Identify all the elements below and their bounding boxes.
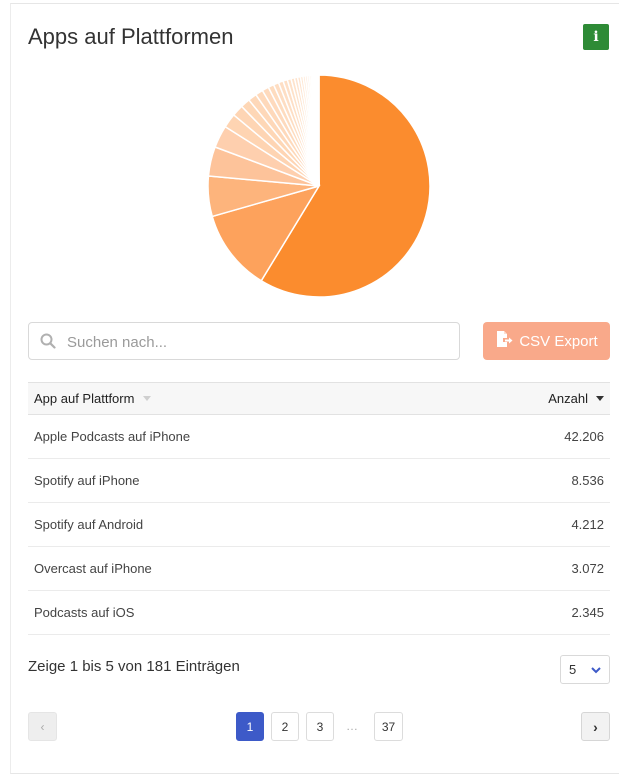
page-number: 2 [281, 719, 289, 734]
apps-table: App auf Plattform Anzahl Apple Podcasts … [28, 382, 610, 635]
info-icon: i [593, 29, 599, 45]
chevron-right-icon: › [593, 718, 598, 735]
page-button-37[interactable]: 37 [374, 712, 403, 741]
file-export-icon [495, 330, 519, 352]
next-page-button[interactable]: › [581, 712, 610, 741]
column-label-app: App auf Plattform [34, 391, 135, 406]
row-count: 3.072 [571, 561, 604, 576]
page-number: 37 [381, 719, 396, 734]
table-row: Apple Podcasts auf iPhone 42.206 [28, 415, 610, 459]
entries-info: Zeige 1 bis 5 von 181 Einträgen [28, 658, 240, 675]
page-length-value: 5 [569, 662, 577, 677]
page-button-1[interactable]: 1 [236, 712, 264, 741]
table-row: Overcast auf iPhone 3.072 [28, 547, 610, 591]
column-label-count: Anzahl [548, 391, 588, 406]
row-app-name: Podcasts auf iOS [34, 605, 135, 620]
search-input[interactable] [65, 323, 449, 361]
csv-export-label: CSV Export [519, 332, 598, 350]
page-button-3[interactable]: 3 [306, 712, 334, 741]
row-app-name: Apple Podcasts auf iPhone [34, 429, 191, 444]
table-header: App auf Plattform Anzahl [28, 382, 610, 415]
page-length-select[interactable]: 5 [560, 655, 610, 684]
page-number: 3 [316, 719, 324, 734]
pie-slice[interactable] [317, 74, 320, 187]
table-row: Podcasts auf iOS 2.345 [28, 591, 610, 635]
page-button-2[interactable]: 2 [271, 712, 299, 741]
row-app-name: Spotify auf iPhone [34, 473, 140, 488]
search-box[interactable] [28, 322, 460, 361]
row-count: 42.206 [564, 429, 604, 444]
pie-chart [207, 74, 431, 298]
info-button[interactable]: i [583, 24, 609, 50]
pagination-ellipsis: … [346, 719, 358, 733]
sort-neutral-icon [143, 396, 152, 401]
card-title: Apps auf Plattformen [28, 24, 234, 49]
row-count: 2.345 [571, 605, 604, 620]
sort-descending-icon [596, 396, 604, 401]
column-header-count[interactable]: Anzahl [542, 391, 610, 406]
chevron-down-icon [591, 662, 601, 677]
row-app-name: Overcast auf iPhone [34, 561, 152, 576]
row-app-name: Spotify auf Android [34, 517, 144, 532]
row-count: 4.212 [571, 517, 604, 532]
csv-export-button[interactable]: CSV Export [483, 322, 610, 360]
chevron-left-icon: ‹ [40, 719, 45, 734]
search-icon [40, 333, 56, 354]
table-row: Spotify auf Android 4.212 [28, 503, 610, 547]
table-row: Spotify auf iPhone 8.536 [28, 459, 610, 503]
page-number: 1 [246, 719, 254, 734]
row-count: 8.536 [571, 473, 604, 488]
column-header-app[interactable]: App auf Plattform [28, 391, 157, 406]
prev-page-button[interactable]: ‹ [28, 712, 57, 741]
